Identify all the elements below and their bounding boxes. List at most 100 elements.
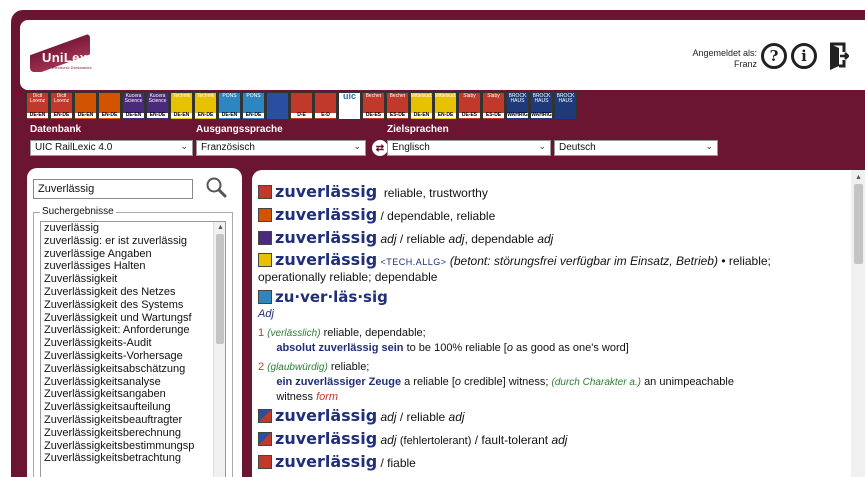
- example-translation: a reliable [: [404, 376, 455, 388]
- entry-headword[interactable]: zu·ver·läs·sig: [275, 288, 388, 306]
- result-item[interactable]: zuverlässig: er ist zuverlässig: [41, 235, 213, 248]
- dictionary-button[interactable]: BROCK HAUS WAHRIG: [506, 92, 529, 120]
- unilex-logo[interactable]: UniLex Electronic Dictionaries: [30, 26, 94, 80]
- zielsprache-1-select[interactable]: Englisch ⌄: [387, 140, 551, 156]
- zielsprache-2-value: Deutsch: [559, 142, 596, 153]
- result-item[interactable]: Zuverlässigkeitsbeauftragter: [41, 414, 213, 427]
- dictionary-button[interactable]: E-D: [314, 92, 337, 120]
- dictionary-button-lang: DE-EN: [219, 113, 240, 118]
- sense-gloss: (glaubwürdig): [267, 362, 328, 373]
- login-label: Angemeldet als:: [692, 48, 757, 58]
- result-item[interactable]: Zuverlässigkeitsberechnung: [41, 427, 213, 440]
- result-item[interactable]: Zuverlässigkeits-Vorhersage: [41, 350, 213, 363]
- logo-subtitle: Electronic Dictionaries: [52, 65, 92, 70]
- dictionary-button[interactable]: Becher DE-ES: [362, 92, 385, 120]
- dictionary-button-lang: DE-EN: [411, 113, 432, 118]
- result-item[interactable]: Zuverlässigkeitsbestimmungsp: [41, 440, 213, 453]
- entry-headword[interactable]: zuverlässig: [275, 250, 377, 269]
- result-item[interactable]: zuverlässige Angaben: [41, 248, 213, 261]
- entry-headword[interactable]: zuverlässig: [275, 452, 377, 471]
- scroll-thumb[interactable]: [854, 184, 863, 264]
- ausgangssprache-select[interactable]: Französisch ⌄: [196, 140, 366, 156]
- dictionary-button[interactable]: D-E: [290, 92, 313, 120]
- dictionary-button[interactable]: Becher ES-DE: [386, 92, 409, 120]
- dictionary-button[interactable]: Technik DE-EN: [170, 92, 193, 120]
- ausgangssprache-value: Französisch: [201, 142, 255, 153]
- dictionary-button[interactable]: Kucera Science EN-DE: [146, 92, 169, 120]
- dictionary-button[interactable]: EN-DE: [98, 92, 121, 120]
- dictionary-button[interactable]: uic: [338, 92, 361, 120]
- dictionary-button[interactable]: Mittelsud. DE-EN: [410, 92, 433, 120]
- result-item[interactable]: Zuverlässigkeit: [41, 273, 213, 286]
- scroll-up-icon[interactable]: ▲: [855, 174, 862, 181]
- dictionary-button[interactable]: PONS EN-DE: [242, 92, 265, 120]
- dictionary-icon: [258, 231, 272, 245]
- dictionary-button-title: Mittelsud.: [434, 93, 457, 99]
- dictionary-icon: [258, 455, 272, 469]
- dictionary-button-lang: DE-EN: [75, 113, 96, 118]
- result-item[interactable]: Zuverlässigkeitsangaben: [41, 388, 213, 401]
- label-zielsprachen: Zielsprachen: [387, 124, 449, 135]
- result-item[interactable]: Zuverlässigkeit des Netzes: [41, 286, 213, 299]
- search-input[interactable]: [33, 179, 193, 199]
- main-scrollbar[interactable]: ▲: [851, 170, 865, 477]
- dictionary-button-lang: D-E: [291, 113, 312, 118]
- dictionary-button-lang: WAHRIG: [531, 112, 552, 118]
- result-item[interactable]: Zuverlässigkeit: Anforderunge: [41, 324, 213, 337]
- dictionary-button[interactable]: Slaby DE-ES: [458, 92, 481, 120]
- dictionary-button-title: PONS: [246, 93, 261, 99]
- result-item[interactable]: Zuverlässigkeit des Systems: [41, 299, 213, 312]
- help-icon[interactable]: ?: [761, 43, 787, 69]
- dictionary-button-lang: DE-ES: [363, 113, 384, 118]
- entry-headword[interactable]: zuverlässig: [275, 205, 377, 224]
- logout-icon[interactable]: [827, 42, 849, 72]
- entry-1: zuverlässig reliable, trustworthy: [258, 184, 838, 201]
- dictionary-button-title: Becher: [389, 93, 406, 99]
- result-item[interactable]: Zuverlässigkeitsanalyse: [41, 376, 213, 389]
- dictionary-button[interactable]: DE-EN: [74, 92, 97, 120]
- dictionary-button-lang: EN-DE: [435, 113, 456, 118]
- results-list[interactable]: zuverlässig zuverlässig: er ist zuverläss…: [40, 221, 226, 477]
- info-icon[interactable]: i: [791, 43, 817, 69]
- entry-headword[interactable]: zuverlässig: [275, 182, 377, 201]
- result-item[interactable]: Zuverlässigkeits-Audit: [41, 337, 213, 350]
- zielsprache-2-select[interactable]: Deutsch ⌄: [554, 140, 718, 156]
- dictionary-button[interactable]: Dictl Lorenz EN-DE: [50, 92, 73, 120]
- dictionary-button-title: Mittelsud.: [410, 93, 433, 99]
- selector-labels: Datenbank Ausgangssprache Zielsprachen: [30, 124, 860, 136]
- result-item[interactable]: Zuverlässigkeitsabschätzung: [41, 363, 213, 376]
- datenbank-select[interactable]: UIC RailLexic 4.0 ⌄: [30, 140, 193, 156]
- login-user: Franz: [733, 59, 757, 69]
- dictionary-button[interactable]: BROCK HAUS: [554, 92, 577, 120]
- dictionary-button[interactable]: Slaby ES-DE: [482, 92, 505, 120]
- dictionary-button[interactable]: [266, 92, 289, 120]
- example-phrase: ein zuverlässiger Zeuge: [276, 376, 402, 388]
- dictionary-button[interactable]: BROCK HAUS WAHRIG: [530, 92, 553, 120]
- search-icon[interactable]: [205, 176, 227, 198]
- dictionary-button[interactable]: Kucera Science DE-EN: [122, 92, 145, 120]
- sense-translation: reliable;: [330, 361, 370, 373]
- result-item[interactable]: Zuverlässigkeit und Wartungsf: [41, 312, 213, 325]
- sense-form-link[interactable]: form: [316, 391, 338, 403]
- results-scrollbar[interactable]: ▲: [213, 222, 225, 477]
- result-item[interactable]: Zuverlässigkeitsbetrachtung: [41, 452, 213, 465]
- scroll-thumb[interactable]: [216, 234, 224, 344]
- dictionary-button-title: Dictl Lorenz: [53, 93, 70, 104]
- entry-translation: reliable, trustworthy: [383, 186, 488, 200]
- entry-headword[interactable]: zuverlässig: [275, 406, 377, 425]
- results-fieldset: Suchergebnisse zuverlässig zuverlässig: e…: [33, 206, 233, 477]
- dictionary-button[interactable]: Mittelsud. EN-DE: [434, 92, 457, 120]
- result-item[interactable]: zuverlässig: [41, 222, 213, 235]
- result-item[interactable]: Zuverlässigkeitsaufteilung: [41, 401, 213, 414]
- result-item[interactable]: zuverlässiges Halten: [41, 260, 213, 273]
- dictionary-button-lang: DE-EN: [27, 113, 48, 118]
- entry-translation: / reliable: [399, 410, 446, 424]
- entry-headword[interactable]: zuverlässig: [275, 228, 377, 247]
- dictionary-button[interactable]: Dictl Lorenz DE-EN: [26, 92, 49, 120]
- dictionary-button[interactable]: Technik EN-DE: [194, 92, 217, 120]
- dictionary-icon: [258, 290, 272, 304]
- entry-headword[interactable]: zuverlässig: [275, 429, 377, 448]
- entry-note: (betont: störungsfrei verfügbar im Einsa…: [449, 254, 718, 268]
- scroll-up-icon[interactable]: ▲: [217, 224, 224, 231]
- dictionary-button[interactable]: PONS DE-EN: [218, 92, 241, 120]
